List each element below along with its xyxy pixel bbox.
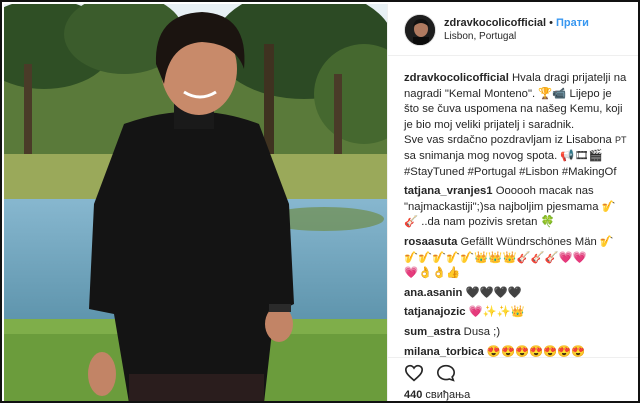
likes-label: свиђања (425, 389, 471, 401)
list-item: tatjanajozic 💗✨✨👑 (404, 305, 629, 321)
comment-text-continued: ..da nam pozivis sretan (421, 216, 538, 229)
comments-list[interactable]: zdravkocolicofficial Hvala dragi prijate… (388, 57, 638, 358)
list-item: sum_astra Dusa ;) (404, 325, 629, 341)
trophy-emoji: 🏆 (538, 87, 553, 100)
instagram-post-window: zdravkocolicofficial • Прати Lisbon, Portu… (0, 0, 640, 403)
guitar-emoji: 🎸 (404, 216, 419, 229)
clover-emoji: 🍀 (540, 216, 555, 229)
comment-username[interactable]: sum_astra (404, 326, 461, 338)
post-side-panel: zdravkocolicofficial • Прати Lisbon, Portu… (387, 4, 638, 401)
caption: zdravkocolicofficial Hvala dragi prijate… (404, 71, 629, 180)
caption-username[interactable]: zdravkocolicofficial (404, 72, 509, 84)
comment-username[interactable]: milana_torbica (404, 346, 484, 358)
emoji-row: 💗✨✨👑 (468, 306, 525, 319)
megaphone-emoji: 📢 (560, 149, 575, 162)
separator-dot: • (549, 16, 553, 29)
emoji-row: 🎷🎷🎷🎷🎷👑👑👑🎸🎸🎸💗💗 (404, 251, 587, 264)
caption-hashtags[interactable]: #StayTuned #Portugal #Lisbon #MakingOf (404, 166, 616, 178)
comment-text: Dusa ;) (463, 325, 501, 338)
comment-icon[interactable] (436, 364, 456, 387)
list-item: ana.asanin 🖤🖤🖤🖤 (404, 286, 629, 302)
post-photo[interactable] (4, 4, 387, 401)
comment-username[interactable]: ana.asanin (404, 287, 462, 299)
post-actions: 440 свиђања (388, 357, 638, 401)
caption-line4: sa snimanja mog novog spota. (404, 149, 558, 162)
camera-emoji: 📹 (552, 87, 567, 100)
comment-text: Gefällt Wündrschönes Män (460, 235, 597, 248)
comment-username[interactable]: rosaasuta (404, 236, 457, 248)
comment-username[interactable]: tatjanajozic (404, 306, 466, 318)
post-photo-image (4, 4, 387, 401)
follow-button[interactable]: Прати (556, 17, 589, 29)
emoji-row: 💗👌👌👍 (404, 267, 461, 280)
film-emoji: 🎞 (574, 149, 589, 162)
saxophone-emoji: 🎷 (599, 235, 614, 248)
black-hearts-emoji: 🖤🖤🖤🖤 (465, 286, 522, 299)
heart-icon[interactable] (404, 364, 424, 387)
post-header: zdravkocolicofficial • Прати Lisbon, Portu… (388, 4, 638, 56)
list-item: tatjana_vranjes1 Oooooh macak nas "najma… (404, 184, 629, 231)
location-link[interactable]: Lisbon, Portugal (444, 30, 589, 44)
list-item: milana_torbica 😍😍😍😍😍😍😍 (404, 345, 629, 358)
saxophone-emoji: 🎷 (601, 200, 616, 213)
list-item: rosaasuta Gefällt Wündrschönes Män 🎷 🎷🎷🎷… (404, 235, 629, 282)
header-username[interactable]: zdravkocolicofficial (444, 17, 546, 29)
caption-line3: Sve vas srdačno pozdravljam iz Lisabona (404, 134, 612, 147)
portugal-flag-emoji: PT (615, 135, 627, 146)
likes-count[interactable]: 440 свиђања (404, 389, 627, 401)
comment-username[interactable]: tatjana_vranjes1 (404, 185, 493, 197)
clapper-emoji: 🎬 (588, 149, 603, 162)
emoji-row: 😍😍😍😍😍😍😍 (486, 345, 586, 358)
likes-number: 440 (404, 389, 423, 401)
avatar[interactable] (404, 13, 436, 46)
